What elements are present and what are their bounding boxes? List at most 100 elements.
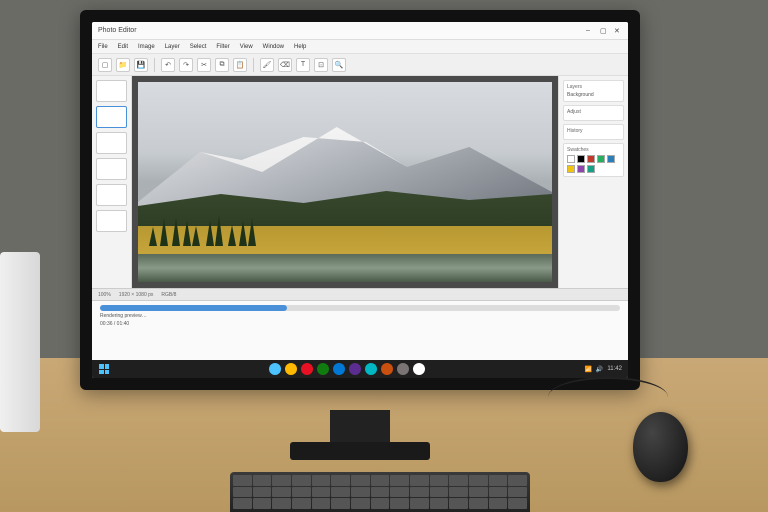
taskbar-app-icon[interactable]: [413, 363, 425, 375]
right-sidebar: Layers Background Adjust History Swatche…: [558, 76, 628, 288]
progress-time: 00:36 / 01:40: [100, 321, 620, 327]
keyboard-key: [390, 487, 409, 498]
document-canvas[interactable]: [138, 82, 552, 282]
screen: Photo Editor – ▢ ✕ File Edit Image Layer…: [92, 22, 628, 378]
layer-item[interactable]: Background: [567, 92, 620, 98]
keyboard-key: [253, 498, 272, 509]
tree-icon: [206, 220, 214, 246]
tree-icon: [172, 217, 180, 246]
menu-item[interactable]: Window: [263, 44, 284, 50]
color-mode: RGB/8: [161, 292, 176, 298]
thumbnail[interactable]: [96, 210, 127, 232]
color-swatch[interactable]: [587, 155, 595, 163]
tree-icon: [228, 225, 236, 246]
menu-item[interactable]: Filter: [216, 44, 229, 50]
adjust-panel[interactable]: Adjust: [563, 105, 624, 121]
menu-item[interactable]: Layer: [165, 44, 180, 50]
color-swatch[interactable]: [587, 165, 595, 173]
menu-item[interactable]: File: [98, 44, 108, 50]
minimize-icon[interactable]: –: [586, 27, 594, 35]
keyboard-key: [489, 487, 508, 498]
taskbar-app-icon[interactable]: [381, 363, 393, 375]
toolbar-separator: [154, 58, 155, 72]
menu-item[interactable]: View: [240, 44, 253, 50]
progress-bar[interactable]: [100, 305, 620, 311]
monitor: Photo Editor – ▢ ✕ File Edit Image Layer…: [80, 10, 640, 390]
brush-icon[interactable]: 🖌: [260, 58, 274, 72]
menu-item[interactable]: Edit: [118, 44, 128, 50]
keyboard-key: [449, 475, 468, 486]
keyboard-key: [390, 475, 409, 486]
zoom-icon[interactable]: 🔍: [332, 58, 346, 72]
thumbnail[interactable]: [96, 158, 127, 180]
menu-item[interactable]: Help: [294, 44, 306, 50]
close-icon[interactable]: ✕: [614, 27, 622, 35]
color-swatch[interactable]: [577, 155, 585, 163]
system-tray[interactable]: 📶 🔊 11:42: [584, 366, 622, 373]
color-swatch[interactable]: [607, 155, 615, 163]
menu-item[interactable]: Select: [190, 44, 207, 50]
crop-icon[interactable]: ⊡: [314, 58, 328, 72]
adjust-title: Adjust: [567, 109, 620, 115]
thumbnail[interactable]: [96, 132, 127, 154]
text-icon[interactable]: T: [296, 58, 310, 72]
swatches-title: Swatches: [567, 147, 620, 153]
color-swatch[interactable]: [577, 165, 585, 173]
color-swatch[interactable]: [567, 155, 575, 163]
keyboard-key: [272, 475, 291, 486]
cut-icon[interactable]: ✂: [197, 58, 211, 72]
keyboard-key: [430, 498, 449, 509]
tree-icon: [239, 220, 247, 246]
taskbar-app-icon[interactable]: [317, 363, 329, 375]
taskbar-app-icon[interactable]: [397, 363, 409, 375]
keyboard-key: [371, 498, 390, 509]
swatches-panel[interactable]: Swatches: [563, 143, 624, 177]
mouse: [633, 412, 688, 482]
color-swatch[interactable]: [567, 165, 575, 173]
taskbar-app-icon[interactable]: [269, 363, 281, 375]
tree-icon: [160, 218, 168, 246]
thumbnail[interactable]: [96, 184, 127, 206]
open-icon[interactable]: 📁: [116, 58, 130, 72]
taskbar-app-icon[interactable]: [365, 363, 377, 375]
menu-item[interactable]: Image: [138, 44, 155, 50]
canvas-area[interactable]: [132, 76, 558, 288]
taskbar-app-icon[interactable]: [285, 363, 297, 375]
volume-icon[interactable]: 🔊: [596, 366, 603, 373]
maximize-icon[interactable]: ▢: [600, 27, 608, 35]
wifi-icon[interactable]: 📶: [584, 366, 591, 373]
undo-icon[interactable]: ↶: [161, 58, 175, 72]
os-taskbar[interactable]: 📶 🔊 11:42: [92, 360, 628, 378]
window-titlebar[interactable]: Photo Editor – ▢ ✕: [92, 22, 628, 40]
keyboard-key: [331, 487, 350, 498]
taskbar-app-icon[interactable]: [301, 363, 313, 375]
thumbnail[interactable]: [96, 106, 127, 128]
thumbnail[interactable]: [96, 80, 127, 102]
redo-icon[interactable]: ↷: [179, 58, 193, 72]
keyboard-key: [410, 475, 429, 486]
keyboard-key: [410, 498, 429, 509]
new-icon[interactable]: ▢: [98, 58, 112, 72]
keyboard-key: [292, 475, 311, 486]
clock[interactable]: 11:42: [607, 366, 622, 372]
eraser-icon[interactable]: ⌫: [278, 58, 292, 72]
layers-panel[interactable]: Layers Background: [563, 80, 624, 102]
keyboard-key: [292, 498, 311, 509]
taskbar-app-icon[interactable]: [349, 363, 361, 375]
mouse-cable: [548, 377, 668, 417]
color-swatch[interactable]: [597, 155, 605, 163]
keyboard-key: [253, 475, 272, 486]
keyboard-key: [233, 498, 252, 509]
start-button[interactable]: [98, 363, 110, 375]
paste-icon[interactable]: 📋: [233, 58, 247, 72]
progress-label: Rendering preview…: [100, 313, 620, 319]
taskbar-app-icon[interactable]: [333, 363, 345, 375]
zoom-level[interactable]: 100%: [98, 292, 111, 298]
history-panel[interactable]: History: [563, 124, 624, 140]
save-icon[interactable]: 💾: [134, 58, 148, 72]
taskbar-pinned-apps: [269, 363, 425, 375]
copy-icon[interactable]: ⧉: [215, 58, 229, 72]
keyboard-key: [469, 498, 488, 509]
keyboard-key: [469, 487, 488, 498]
keyboard-key: [449, 487, 468, 498]
